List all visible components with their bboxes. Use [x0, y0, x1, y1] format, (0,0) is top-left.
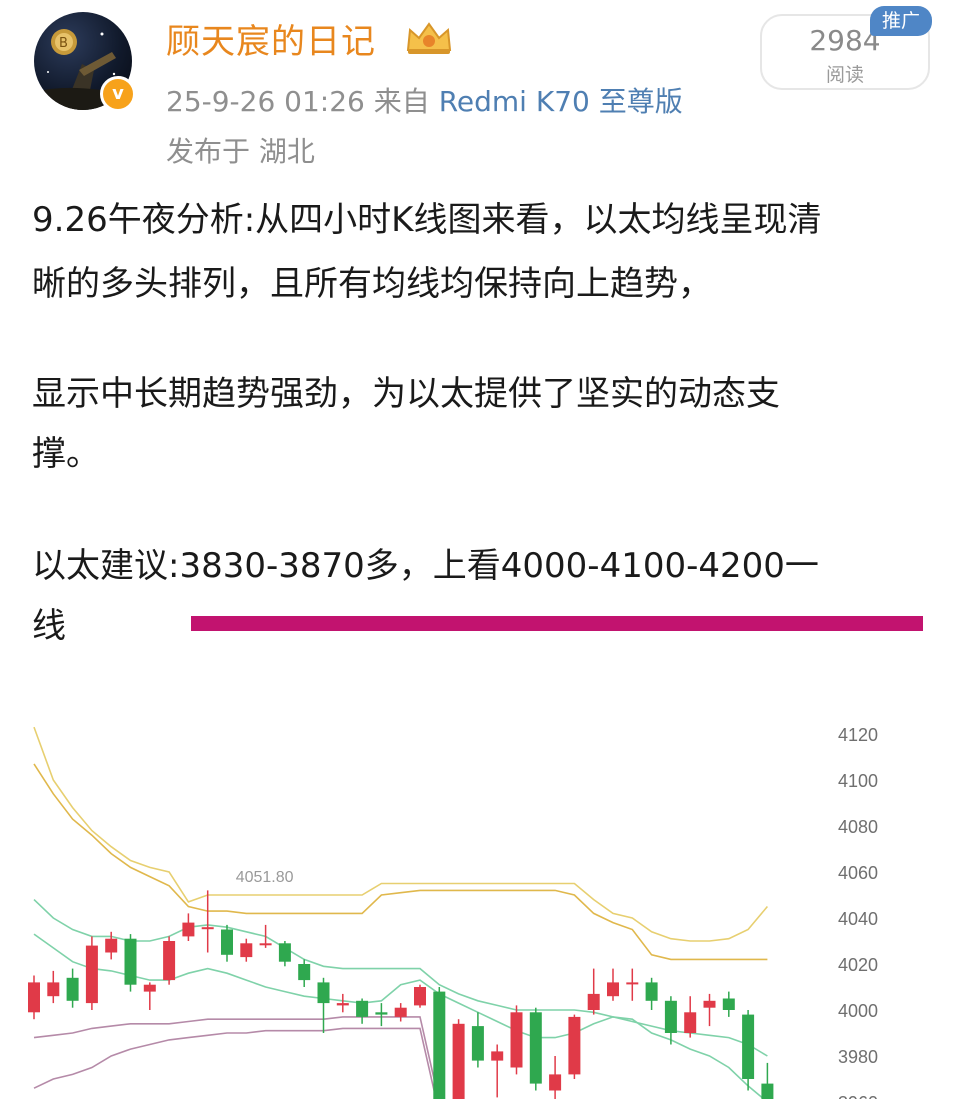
candle-body — [626, 982, 639, 985]
verified-badge-icon: v — [100, 76, 136, 112]
highlight-underline — [191, 616, 923, 631]
candle-body — [414, 987, 426, 1006]
candle-body — [722, 998, 735, 1010]
indicator-line-3 — [33, 899, 768, 1057]
post-location: 发布于 湖北 — [166, 135, 315, 168]
candle-body — [259, 943, 272, 946]
candle-body — [356, 1000, 369, 1017]
candle-body — [703, 1000, 716, 1008]
candle-body — [336, 1003, 349, 1006]
candle-body — [568, 1016, 581, 1075]
price-annotation: 4051.80 — [236, 869, 294, 886]
candle-body — [471, 1026, 484, 1061]
price-axis-label: 4040 — [838, 909, 878, 929]
candle-body — [317, 982, 330, 1004]
candle-body — [394, 1007, 407, 1017]
candle-body — [491, 1051, 504, 1061]
candle-body — [182, 922, 195, 937]
post-text-line: 以太建议:3830-3870多，上看4000-4100-4200一 — [32, 546, 819, 586]
avatar[interactable]: B v — [34, 12, 136, 112]
candle-body — [375, 1012, 388, 1015]
indicator-line-6 — [33, 1027, 437, 1099]
price-axis-label: 4000 — [838, 1001, 878, 1021]
indicator-line-5 — [33, 1016, 440, 1099]
candle-body — [221, 929, 233, 955]
read-label: 阅读 — [825, 64, 864, 86]
price-axis-label: 4080 — [838, 817, 878, 837]
candle-body — [510, 1012, 523, 1068]
candle-body — [742, 1014, 755, 1079]
source-prefix: 来自 — [373, 85, 430, 118]
candle-body — [124, 938, 137, 985]
post-text-line: 线 — [32, 606, 66, 646]
candle-body — [761, 1083, 774, 1099]
post-meta: 25-9-26 01:26 来自 Redmi K70 至尊版 — [166, 80, 683, 120]
candle-body — [549, 1074, 562, 1091]
candle-body — [452, 1023, 465, 1099]
candle-body — [143, 984, 156, 992]
post-text-line: 撑。 — [32, 434, 100, 474]
candle-body — [298, 964, 311, 981]
candle-body — [664, 1000, 677, 1033]
promo-badge: 推广 — [870, 6, 932, 36]
candle-body — [607, 982, 619, 997]
candle-body — [105, 938, 118, 953]
candle-body — [201, 927, 214, 930]
price-axis-label: 3960 — [838, 1093, 878, 1099]
candle-body — [433, 991, 446, 1099]
candle-body — [587, 993, 600, 1010]
price-axis-label: 4120 — [838, 725, 878, 745]
price-axis-label: 4100 — [838, 771, 878, 791]
price-axis-label: 3980 — [838, 1047, 878, 1067]
candle-body — [66, 977, 79, 1001]
price-axis-label: 4020 — [838, 955, 878, 975]
candle-body — [278, 943, 291, 962]
svg-text:B: B — [59, 36, 68, 51]
candle-body — [529, 1012, 542, 1084]
user-name[interactable]: 顾天宸的日记 — [166, 14, 376, 63]
indicator-line-2 — [33, 763, 768, 961]
post-text-line: 晰的多头排列，且所有均线均保持向上趋势， — [32, 264, 712, 304]
indicator-line-1 — [33, 726, 769, 942]
post-header: B v 顾天宸的日记 25-9-26 01:26 来自 Redmi K70 至尊… — [0, 0, 960, 180]
candle-body — [684, 1012, 697, 1033]
candlestick-chart[interactable]: 4051.80 4120 4100 4080 4060 4040 4020 4000 3980 3… — [0, 660, 960, 1099]
candle-body — [85, 945, 98, 1004]
candle-body — [28, 982, 40, 1013]
candle-body — [163, 941, 176, 981]
post-datetime: 25-9-26 01:26 — [166, 85, 365, 118]
post-text-line: 9.26午夜分析:从四小时K线图来看，以太均线呈现清 — [32, 200, 822, 240]
device-link[interactable]: Redmi K70 至尊版 — [439, 85, 683, 118]
candle-body — [645, 982, 658, 1001]
candle-body — [47, 982, 60, 997]
candle-body — [240, 943, 253, 958]
post-text-line: 显示中长期趋势强劲，为以太提供了坚实的动态支 — [32, 374, 780, 414]
price-axis-label: 4060 — [838, 863, 878, 883]
member-crown-icon — [406, 22, 452, 54]
